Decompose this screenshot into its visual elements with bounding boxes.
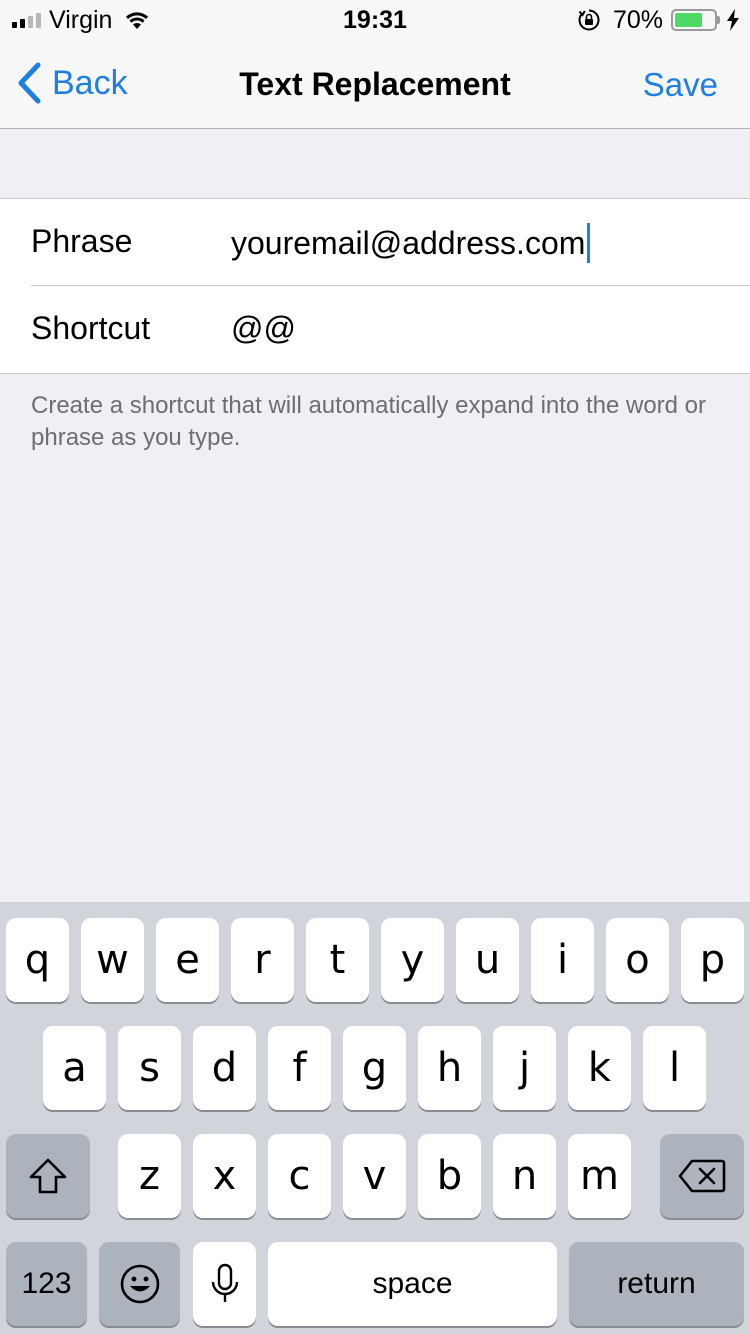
shift-icon: [29, 1158, 67, 1194]
delete-icon: [678, 1159, 726, 1193]
key-b[interactable]: b: [418, 1134, 481, 1218]
key-q[interactable]: q: [6, 918, 69, 1002]
battery-fill: [675, 13, 702, 27]
key-r[interactable]: r: [231, 918, 294, 1002]
key-d[interactable]: d: [193, 1026, 256, 1110]
back-label: Back: [52, 63, 128, 102]
footer-note: Create a shortcut that will automaticall…: [31, 392, 707, 451]
key-z[interactable]: z: [118, 1134, 181, 1218]
key-j[interactable]: j: [493, 1026, 556, 1110]
return-key[interactable]: return: [569, 1242, 744, 1326]
key-y[interactable]: y: [381, 918, 444, 1002]
key-w[interactable]: w: [81, 918, 144, 1002]
shortcut-field[interactable]: @@: [231, 310, 296, 347]
emoji-key[interactable]: [99, 1242, 180, 1326]
delete-key[interactable]: [660, 1134, 744, 1218]
text-replacement-form: Phrase youremail@address.com Shortcut @@: [0, 198, 750, 374]
chevron-left-icon: [18, 62, 41, 104]
status-right: 70%: [577, 6, 740, 34]
microphone-icon: [211, 1263, 238, 1302]
key-x[interactable]: x: [193, 1134, 256, 1218]
key-g[interactable]: g: [343, 1026, 406, 1110]
phrase-label: Phrase: [31, 223, 133, 259]
phrase-value: youremail@address.com: [231, 224, 586, 261]
phrase-row[interactable]: Phrase youremail@address.com: [0, 199, 750, 286]
emoji-icon: [120, 1264, 159, 1304]
key-n[interactable]: n: [493, 1134, 556, 1218]
shortcut-row[interactable]: Shortcut @@: [0, 286, 750, 373]
shortcut-value: @@: [231, 310, 296, 346]
shortcut-label: Shortcut: [31, 310, 151, 346]
numbers-key[interactable]: 123: [6, 1242, 87, 1326]
key-p[interactable]: p: [681, 918, 744, 1002]
key-e[interactable]: e: [156, 918, 219, 1002]
save-button[interactable]: Save: [643, 66, 718, 104]
key-i[interactable]: i: [531, 918, 594, 1002]
charging-bolt-icon: [727, 9, 739, 31]
battery-tip: [717, 16, 720, 24]
key-h[interactable]: h: [418, 1026, 481, 1110]
key-o[interactable]: o: [606, 918, 669, 1002]
phrase-field[interactable]: youremail@address.com: [231, 223, 591, 263]
key-k[interactable]: k: [568, 1026, 631, 1110]
battery-percent: 70%: [612, 5, 663, 34]
key-t[interactable]: t: [306, 918, 369, 1002]
key-c[interactable]: c: [268, 1134, 331, 1218]
text-cursor: [587, 223, 591, 263]
key-u[interactable]: u: [456, 918, 519, 1002]
key-l[interactable]: l: [643, 1026, 706, 1110]
key-s[interactable]: s: [118, 1026, 181, 1110]
back-button[interactable]: Back: [16, 62, 128, 104]
status-bar: Virgin 19:31 70%: [0, 0, 750, 40]
key-v[interactable]: v: [343, 1134, 406, 1218]
microphone-key[interactable]: [193, 1242, 256, 1326]
key-a[interactable]: a: [43, 1026, 106, 1110]
shift-key[interactable]: [6, 1134, 90, 1218]
keyboard: 123 space return qwertyuiop asdfghjkl zxcv…: [0, 902, 750, 1334]
orientation-lock-icon: [578, 9, 600, 31]
space-key[interactable]: space: [268, 1242, 557, 1326]
navigation-bar: Back Text Replacement Save: [0, 40, 750, 129]
battery-icon: [671, 9, 717, 31]
key-f[interactable]: f: [268, 1026, 331, 1110]
key-m[interactable]: m: [568, 1134, 631, 1218]
